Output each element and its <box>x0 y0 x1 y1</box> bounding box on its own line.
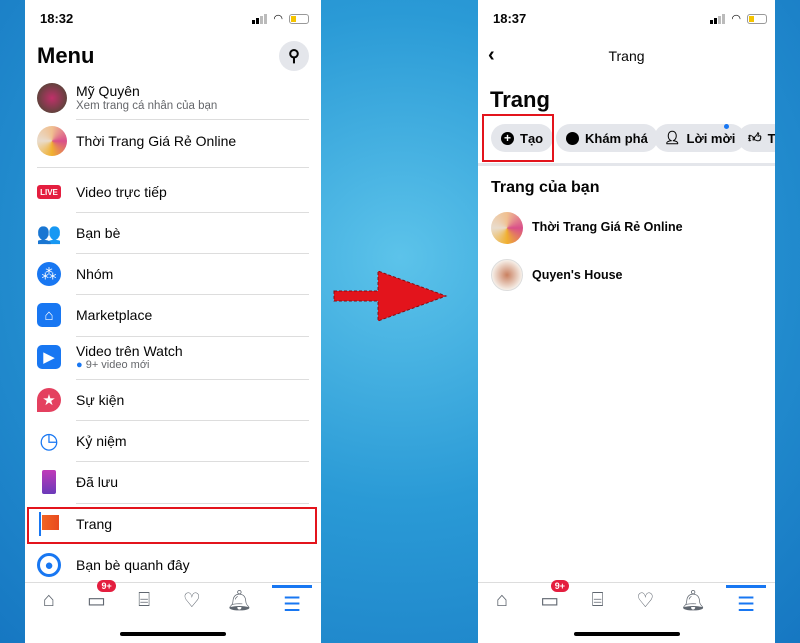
dating-heart-icon[interactable]: ♡ <box>630 588 660 613</box>
marketplace-icon: ⌂ <box>37 303 61 327</box>
nearby-friends-icon: ● <box>37 553 61 577</box>
marketplace-tab-icon[interactable]: ⌸ <box>129 589 159 612</box>
page-avatar[interactable] <box>37 126 67 156</box>
header-title: Trang <box>608 48 645 64</box>
home-icon[interactable]: ⌂ <box>487 589 517 612</box>
wifi-icon: ◠ <box>273 13 283 25</box>
liked-chip[interactable]: 👍︎Tr <box>738 124 775 152</box>
menu-item-nearby-friends[interactable]: ● Bạn bè quanh đây <box>37 547 313 583</box>
menu-item-friends[interactable]: 👥 Bạn bè <box>37 215 313 251</box>
highlight-box-trang <box>27 507 317 544</box>
search-button[interactable]: ⚲ <box>279 41 309 71</box>
profile-subtitle: Xem trang cá nhân của bạn <box>76 100 218 112</box>
page-title: Menu <box>37 43 95 68</box>
bell-icon[interactable]: 🔔︎ <box>224 588 254 613</box>
status-icons: ◠ <box>710 12 767 25</box>
status-icons: ◠ <box>252 12 309 25</box>
dating-heart-icon[interactable]: ♡ <box>177 588 207 613</box>
highlight-box-tao <box>482 114 554 162</box>
watch-icon: ▶ <box>37 345 61 369</box>
events-icon: ★ <box>37 388 61 412</box>
menu-item-live[interactable]: LIVE Video trực tiếp <box>37 174 313 210</box>
saved-icon <box>42 470 56 494</box>
friends-icon: 👥 <box>36 222 62 245</box>
menu-item-marketplace[interactable]: ⌂ Marketplace <box>37 297 313 333</box>
arrow-right <box>333 270 448 322</box>
signal-icon <box>710 13 726 24</box>
watch-tab-icon[interactable]: ▭ 9+ <box>81 580 116 613</box>
discover-chip[interactable]: Khám phá <box>556 124 658 152</box>
battery-icon <box>747 13 767 24</box>
menu-hamburger-icon[interactable]: ☰ <box>726 584 767 617</box>
marketplace-tab-icon[interactable]: ⌸ <box>583 589 613 612</box>
menu-item-watch[interactable]: ▶ Video trên Watch ● 9+ video mới <box>37 339 313 375</box>
battery-icon <box>289 13 309 24</box>
section-title: Trang của bạn <box>491 179 600 196</box>
home-indicator <box>120 632 226 636</box>
menu-item-memories[interactable]: ◷ Kỷ niệm <box>37 423 313 459</box>
status-time: 18:37 <box>493 11 527 26</box>
page-shortcut[interactable]: Thời Trang Giá Rẻ Online <box>76 133 236 149</box>
notification-dot <box>724 124 729 129</box>
page-title: Trang <box>490 87 550 112</box>
page-name[interactable]: Quyen's House <box>532 268 623 282</box>
search-icon: ⚲ <box>288 48 300 65</box>
menu-item-saved[interactable]: Đã lưu <box>37 464 313 500</box>
bottom-nav: ⌂ ▭ 9+ ⌸ ♡ 🔔︎ ☰ <box>478 580 775 618</box>
menu-screen: 18:32 ◠ Menu ⚲ Mỹ Quyên Xem trang cá nhâ… <box>25 0 321 643</box>
page-avatar[interactable] <box>491 259 523 291</box>
memories-icon: ◷ <box>39 428 59 453</box>
watch-subtitle: ● 9+ video mới <box>76 359 150 371</box>
live-icon: LIVE <box>37 185 61 199</box>
page-avatar[interactable] <box>491 212 523 244</box>
menu-item-events[interactable]: ★ Sự kiện <box>37 382 313 418</box>
home-icon[interactable]: ⌂ <box>34 589 64 612</box>
menu-hamburger-icon[interactable]: ☰ <box>272 584 313 617</box>
divider <box>478 163 775 166</box>
profile-name[interactable]: Mỹ Quyên <box>76 83 140 99</box>
bottom-nav: ⌂ ▭ 9+ ⌸ ♡ 🔔︎ ☰ <box>25 580 321 618</box>
menu-item-groups[interactable]: ⁂ Nhóm <box>37 256 313 292</box>
invite-icon: 👤︎ <box>664 130 681 145</box>
invites-chip[interactable]: 👤︎ Lời mời <box>654 124 746 152</box>
wifi-icon: ◠ <box>731 13 741 25</box>
avatar[interactable] <box>37 83 67 113</box>
like-icon: 👍︎ <box>748 130 762 145</box>
groups-icon: ⁂ <box>37 262 61 286</box>
bell-icon[interactable]: 🔔︎ <box>678 588 708 613</box>
status-time: 18:32 <box>40 11 74 26</box>
discover-icon <box>566 131 579 145</box>
home-indicator <box>573 632 680 636</box>
watch-tab-icon[interactable]: ▭ 9+ <box>535 580 569 613</box>
signal-icon <box>252 13 268 24</box>
pages-screen: 18:37 ◠ ‹ Trang Trang + Tạo Khám phá 👤︎ Lờ… <box>478 0 775 643</box>
page-name[interactable]: Thời Trang Giá Rẻ Online <box>532 220 683 234</box>
